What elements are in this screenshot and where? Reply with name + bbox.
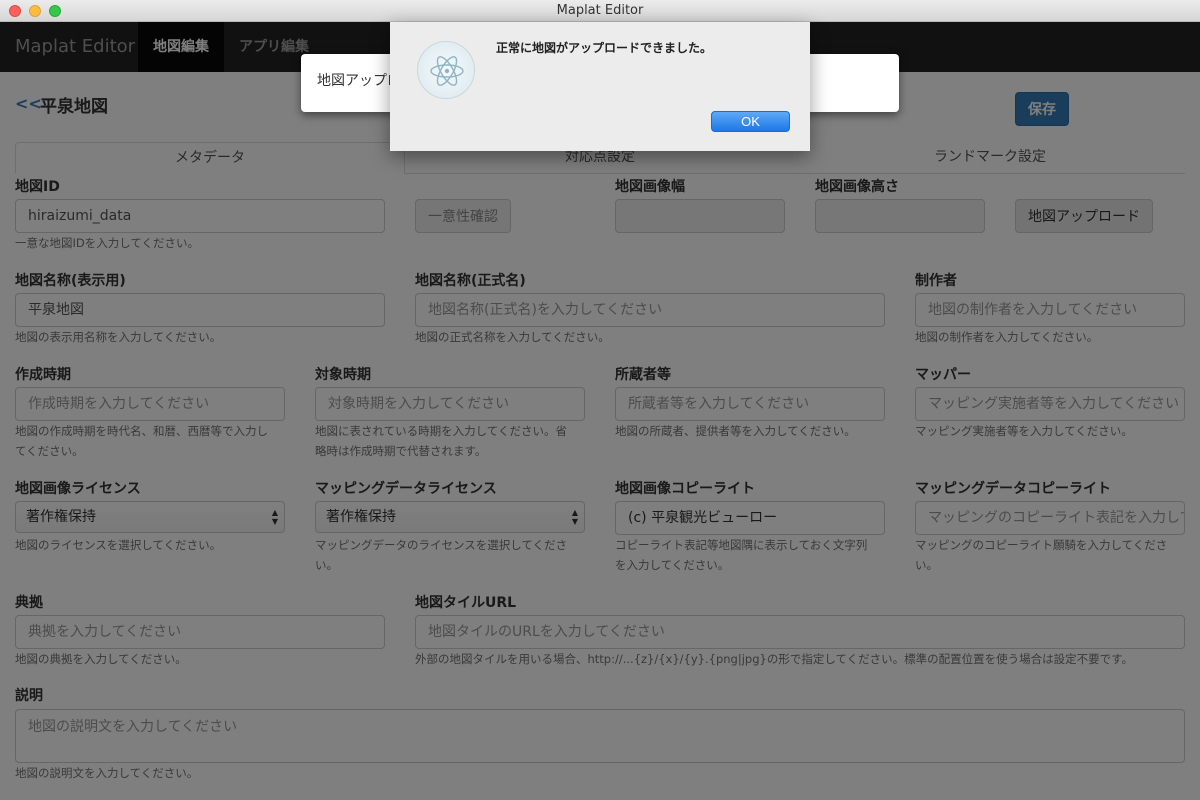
electron-app-icon [417, 41, 475, 99]
window-titlebar: Maplat Editor [0, 0, 1200, 22]
upload-modal-title: 地図アップロ [317, 73, 401, 89]
dialog-message: 正常に地図がアップロードできました。 [496, 41, 713, 55]
window-title: Maplat Editor [556, 3, 644, 18]
ok-button[interactable]: OK [711, 111, 790, 132]
message-dialog: 正常に地図がアップロードできました。 OK [390, 22, 810, 151]
